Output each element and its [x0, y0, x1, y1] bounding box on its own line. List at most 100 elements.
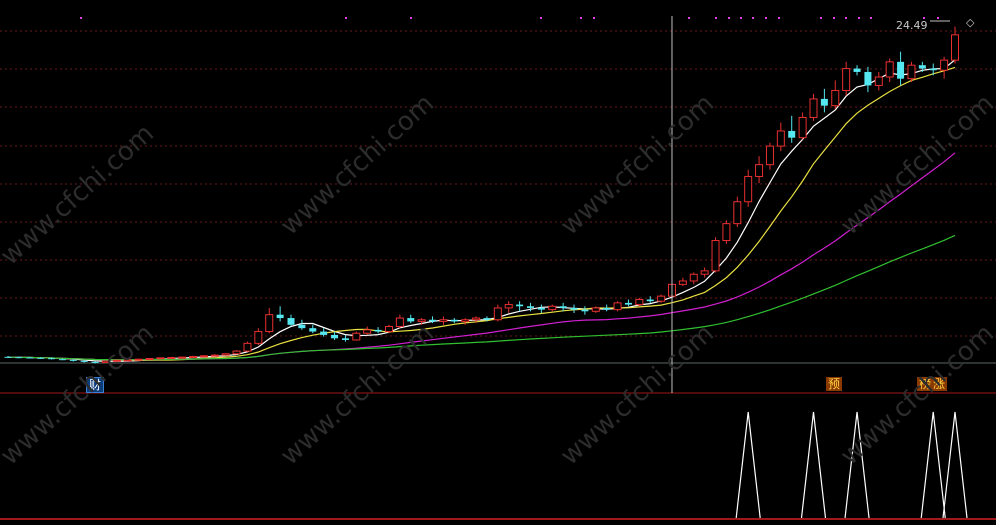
signal-peak	[800, 411, 827, 519]
candle-body	[897, 61, 905, 79]
candle-body	[341, 338, 349, 340]
candle-body	[298, 324, 306, 329]
candle-body	[570, 307, 578, 310]
candle-body	[864, 71, 872, 86]
marker-dot	[765, 17, 767, 19]
candle-body	[755, 164, 764, 177]
candle-body	[918, 65, 926, 69]
candle-body	[853, 68, 861, 72]
candle-body	[635, 299, 644, 306]
candle-body	[689, 273, 698, 282]
marker-dot	[715, 17, 717, 19]
candle-body	[603, 307, 611, 310]
candle-body	[243, 342, 252, 352]
marker-dot	[80, 17, 82, 19]
candle-body	[4, 356, 12, 358]
candle-body	[265, 314, 274, 333]
candle-body	[254, 331, 263, 344]
price-label: 24.49	[896, 19, 928, 32]
candle-body	[885, 61, 894, 78]
marker-dot	[540, 17, 542, 19]
candle-body	[407, 318, 415, 322]
marker-dot	[845, 17, 847, 19]
candle-body	[80, 360, 88, 362]
candle-body	[831, 89, 840, 107]
marker-dot	[870, 17, 872, 19]
candle-body	[646, 299, 654, 302]
candle-body	[210, 354, 219, 357]
marker-dot	[820, 17, 822, 19]
candle-body	[516, 304, 524, 307]
candle-body	[461, 319, 470, 322]
candle-body	[733, 201, 742, 225]
marker-dot	[688, 17, 690, 19]
marker-dot	[580, 17, 582, 19]
candle-body	[189, 355, 198, 358]
candle-body	[842, 68, 851, 91]
candle-body	[395, 317, 404, 327]
candle-body	[537, 307, 545, 310]
candle-body	[145, 358, 154, 361]
candle-body	[700, 270, 709, 275]
marker-dot	[833, 17, 835, 19]
candle-body	[820, 98, 828, 106]
candle-body	[69, 359, 77, 361]
candle-body	[548, 305, 557, 311]
signal-peak	[920, 411, 946, 519]
marker-dot	[345, 17, 347, 19]
candle-body	[765, 145, 774, 166]
candle-body	[559, 306, 567, 308]
candle-body	[624, 302, 632, 305]
candle-body	[287, 318, 295, 325]
candle-body	[331, 334, 339, 339]
candle-body	[929, 68, 937, 71]
candle-body	[48, 358, 56, 360]
candle-body	[874, 76, 883, 86]
marker-dot	[778, 17, 780, 19]
candle-body	[504, 304, 513, 309]
candle-body	[483, 318, 491, 320]
candle-body	[526, 306, 534, 308]
candle-body	[613, 302, 622, 311]
candle-body	[798, 116, 807, 139]
candle-body	[384, 325, 393, 333]
candle-body	[744, 175, 753, 203]
candle-body	[493, 307, 502, 321]
candle-body	[178, 356, 187, 359]
candle-body	[711, 240, 720, 272]
candle-body	[309, 328, 317, 332]
candle-body	[58, 359, 66, 361]
marker-dot	[858, 17, 860, 19]
candle-body	[581, 309, 589, 312]
candle-body	[276, 314, 284, 319]
candle-body	[199, 355, 208, 358]
candle-body	[320, 331, 328, 335]
marker-dot	[410, 17, 412, 19]
candle-body	[722, 223, 731, 242]
candle-body	[15, 357, 23, 359]
candle-body	[156, 357, 165, 360]
diamond-icon[interactable]: ◇	[966, 16, 974, 29]
candle-body	[374, 329, 382, 332]
candle-body	[26, 357, 34, 359]
signal-peak	[735, 411, 761, 519]
candle-body	[809, 98, 818, 118]
marker-dot	[937, 17, 939, 19]
candle-body	[167, 357, 176, 360]
candle-body	[232, 350, 241, 355]
candle-body	[776, 130, 785, 147]
candle-body	[439, 319, 448, 322]
candle-body	[429, 319, 437, 322]
candle-body	[352, 332, 361, 341]
candle-body	[951, 34, 959, 61]
candle-body	[363, 329, 372, 334]
candle-body	[37, 357, 45, 359]
signal-peak	[942, 411, 968, 519]
candle-body	[450, 319, 458, 322]
candle-body	[472, 317, 481, 321]
candle-body	[940, 59, 949, 71]
marker-dot	[593, 17, 595, 19]
badge-yu: 预	[826, 377, 843, 391]
candle-body	[907, 64, 916, 80]
marker-dot	[728, 17, 730, 19]
